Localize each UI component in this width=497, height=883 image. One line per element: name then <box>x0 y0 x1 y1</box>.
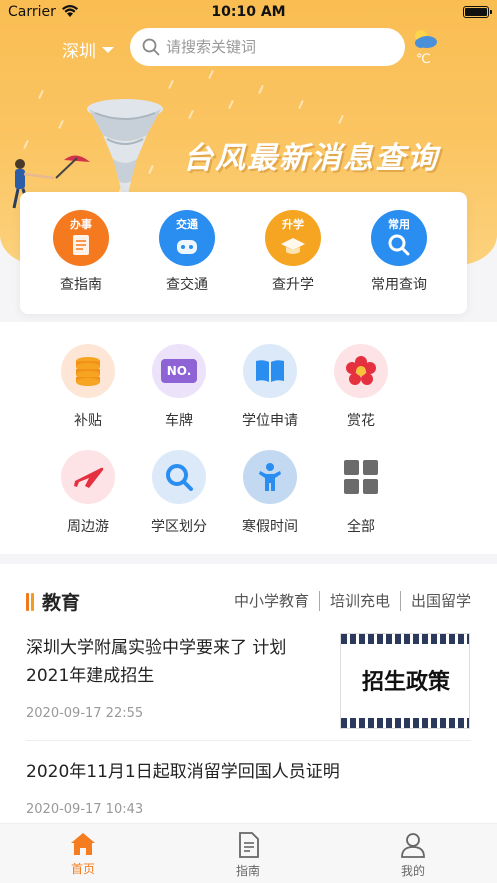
quick-service-tag: 交通 <box>176 218 198 231</box>
service-label: 学区划分 <box>151 519 207 535</box>
article-title: 深圳大学附属实验中学要来了 计划2021年建成招生 <box>26 638 287 686</box>
section-title: 教育 <box>26 588 80 615</box>
tab-study-abroad[interactable]: 出国留学 <box>411 590 471 611</box>
user-icon <box>401 833 425 858</box>
service-label: 补贴 <box>74 413 102 429</box>
article-date: 2020-09-17 22:55 <box>26 706 144 721</box>
article-date: 2020-09-17 10:43 <box>26 802 144 817</box>
service-label: 车牌 <box>165 413 193 429</box>
service-flowers[interactable]: 赏花 <box>321 344 401 430</box>
status-bar: Carrier 10:10 AM <box>0 0 497 26</box>
service-all[interactable]: 全部 <box>321 450 401 536</box>
service-label: 学位申请 <box>242 413 298 429</box>
child-icon <box>259 463 281 491</box>
section-marker-icon <box>26 592 34 611</box>
tab-guide[interactable]: 指南 <box>208 832 288 879</box>
tab-home[interactable]: 首页 <box>43 832 123 877</box>
news-section: 教育 中小学教育 培训充电 出国留学 深圳大学附属实验中学要来了 计划2021年… <box>0 564 497 824</box>
city-selector[interactable]: 深圳 <box>62 37 114 62</box>
temperature-unit: ℃ <box>416 52 431 67</box>
tab-label: 指南 <box>235 864 260 878</box>
robot-car-icon <box>177 240 197 254</box>
battery-icon <box>463 6 492 18</box>
quick-service-label: 查交通 <box>166 277 208 293</box>
grid-icon <box>344 460 378 494</box>
quick-service-common[interactable]: 常用 常用查询 <box>354 210 444 294</box>
service-label: 周边游 <box>67 519 109 535</box>
airplane-icon <box>73 467 104 488</box>
quick-service-label: 常用查询 <box>371 277 427 293</box>
caret-down-icon <box>102 46 114 53</box>
quick-service-education[interactable]: 升学 查升学 <box>248 210 338 294</box>
service-label: 赏花 <box>347 413 375 429</box>
service-grid: 补贴 NO. 车牌 学位申请 赏花 周边游 学区划分 寒假时间 全部 <box>0 322 497 554</box>
magnifier-icon <box>166 464 193 491</box>
service-winter-break[interactable]: 寒假时间 <box>230 450 310 536</box>
article-title: 2020年11月1日起取消留学回国人员证明 <box>26 762 340 782</box>
banner-title[interactable]: 台风最新消息查询 <box>183 133 439 177</box>
search-icon <box>142 38 160 56</box>
service-school-district[interactable]: 学区划分 <box>139 450 219 536</box>
quick-service-tag: 办事 <box>70 218 92 231</box>
article-divider <box>26 740 471 741</box>
weather-widget[interactable]: ℃ <box>410 28 440 70</box>
flower-icon <box>346 356 376 385</box>
search-input[interactable] <box>166 38 386 56</box>
quick-service-guide[interactable]: 办事 查指南 <box>36 210 126 294</box>
section-title-text: 教育 <box>42 592 81 614</box>
tab-training[interactable]: 培训充电 <box>330 590 390 611</box>
service-subsidy[interactable]: 补贴 <box>48 344 128 430</box>
tab-primary-secondary[interactable]: 中小学教育 <box>234 590 309 611</box>
service-nearby-travel[interactable]: 周边游 <box>48 450 128 536</box>
license-plate-icon: NO. <box>161 359 197 383</box>
service-degree-application[interactable]: 学位申请 <box>230 344 310 430</box>
service-license-plate[interactable]: NO. 车牌 <box>139 344 219 430</box>
document-icon <box>239 832 259 858</box>
quick-service-tag: 升学 <box>282 218 304 231</box>
quick-service-label: 查升学 <box>272 277 314 293</box>
service-label: 全部 <box>347 519 375 535</box>
home-icon <box>71 833 95 855</box>
search-magnifier-icon <box>388 234 410 256</box>
thumbnail-text: 招生政策 <box>361 670 450 695</box>
quick-service-label: 查指南 <box>60 277 102 293</box>
news-article[interactable]: 2020年11月1日起取消留学回国人员证明 2020-09-17 10:43 <box>26 758 471 817</box>
news-tabs: 中小学教育 培训充电 出国留学 <box>234 590 471 611</box>
bottom-tab-bar: 首页 指南 我的 <box>0 823 497 883</box>
plate-badge-text: NO. <box>166 364 192 378</box>
city-label: 深圳 <box>62 42 96 62</box>
search-bar[interactable] <box>130 28 405 66</box>
quick-service-tag: 常用 <box>388 218 410 231</box>
quick-service-traffic[interactable]: 交通 查交通 <box>142 210 232 294</box>
weather-cloud-sun-icon <box>415 30 437 48</box>
book-icon <box>256 360 284 382</box>
tab-divider <box>318 590 320 611</box>
status-time: 10:10 AM <box>211 4 286 20</box>
tab-divider <box>399 590 401 611</box>
guide-document-icon <box>73 235 89 255</box>
tab-label: 首页 <box>70 862 95 876</box>
service-label: 寒假时间 <box>242 519 298 535</box>
quick-services-card: 办事 查指南 交通 查交通 升学 查升学 常用 常用查询 <box>20 192 467 314</box>
tab-label: 我的 <box>400 864 425 878</box>
tab-profile[interactable]: 我的 <box>373 832 453 879</box>
graduation-icon <box>281 238 305 254</box>
article-thumbnail[interactable]: 招生政策 <box>340 633 470 729</box>
coins-icon <box>76 357 100 386</box>
